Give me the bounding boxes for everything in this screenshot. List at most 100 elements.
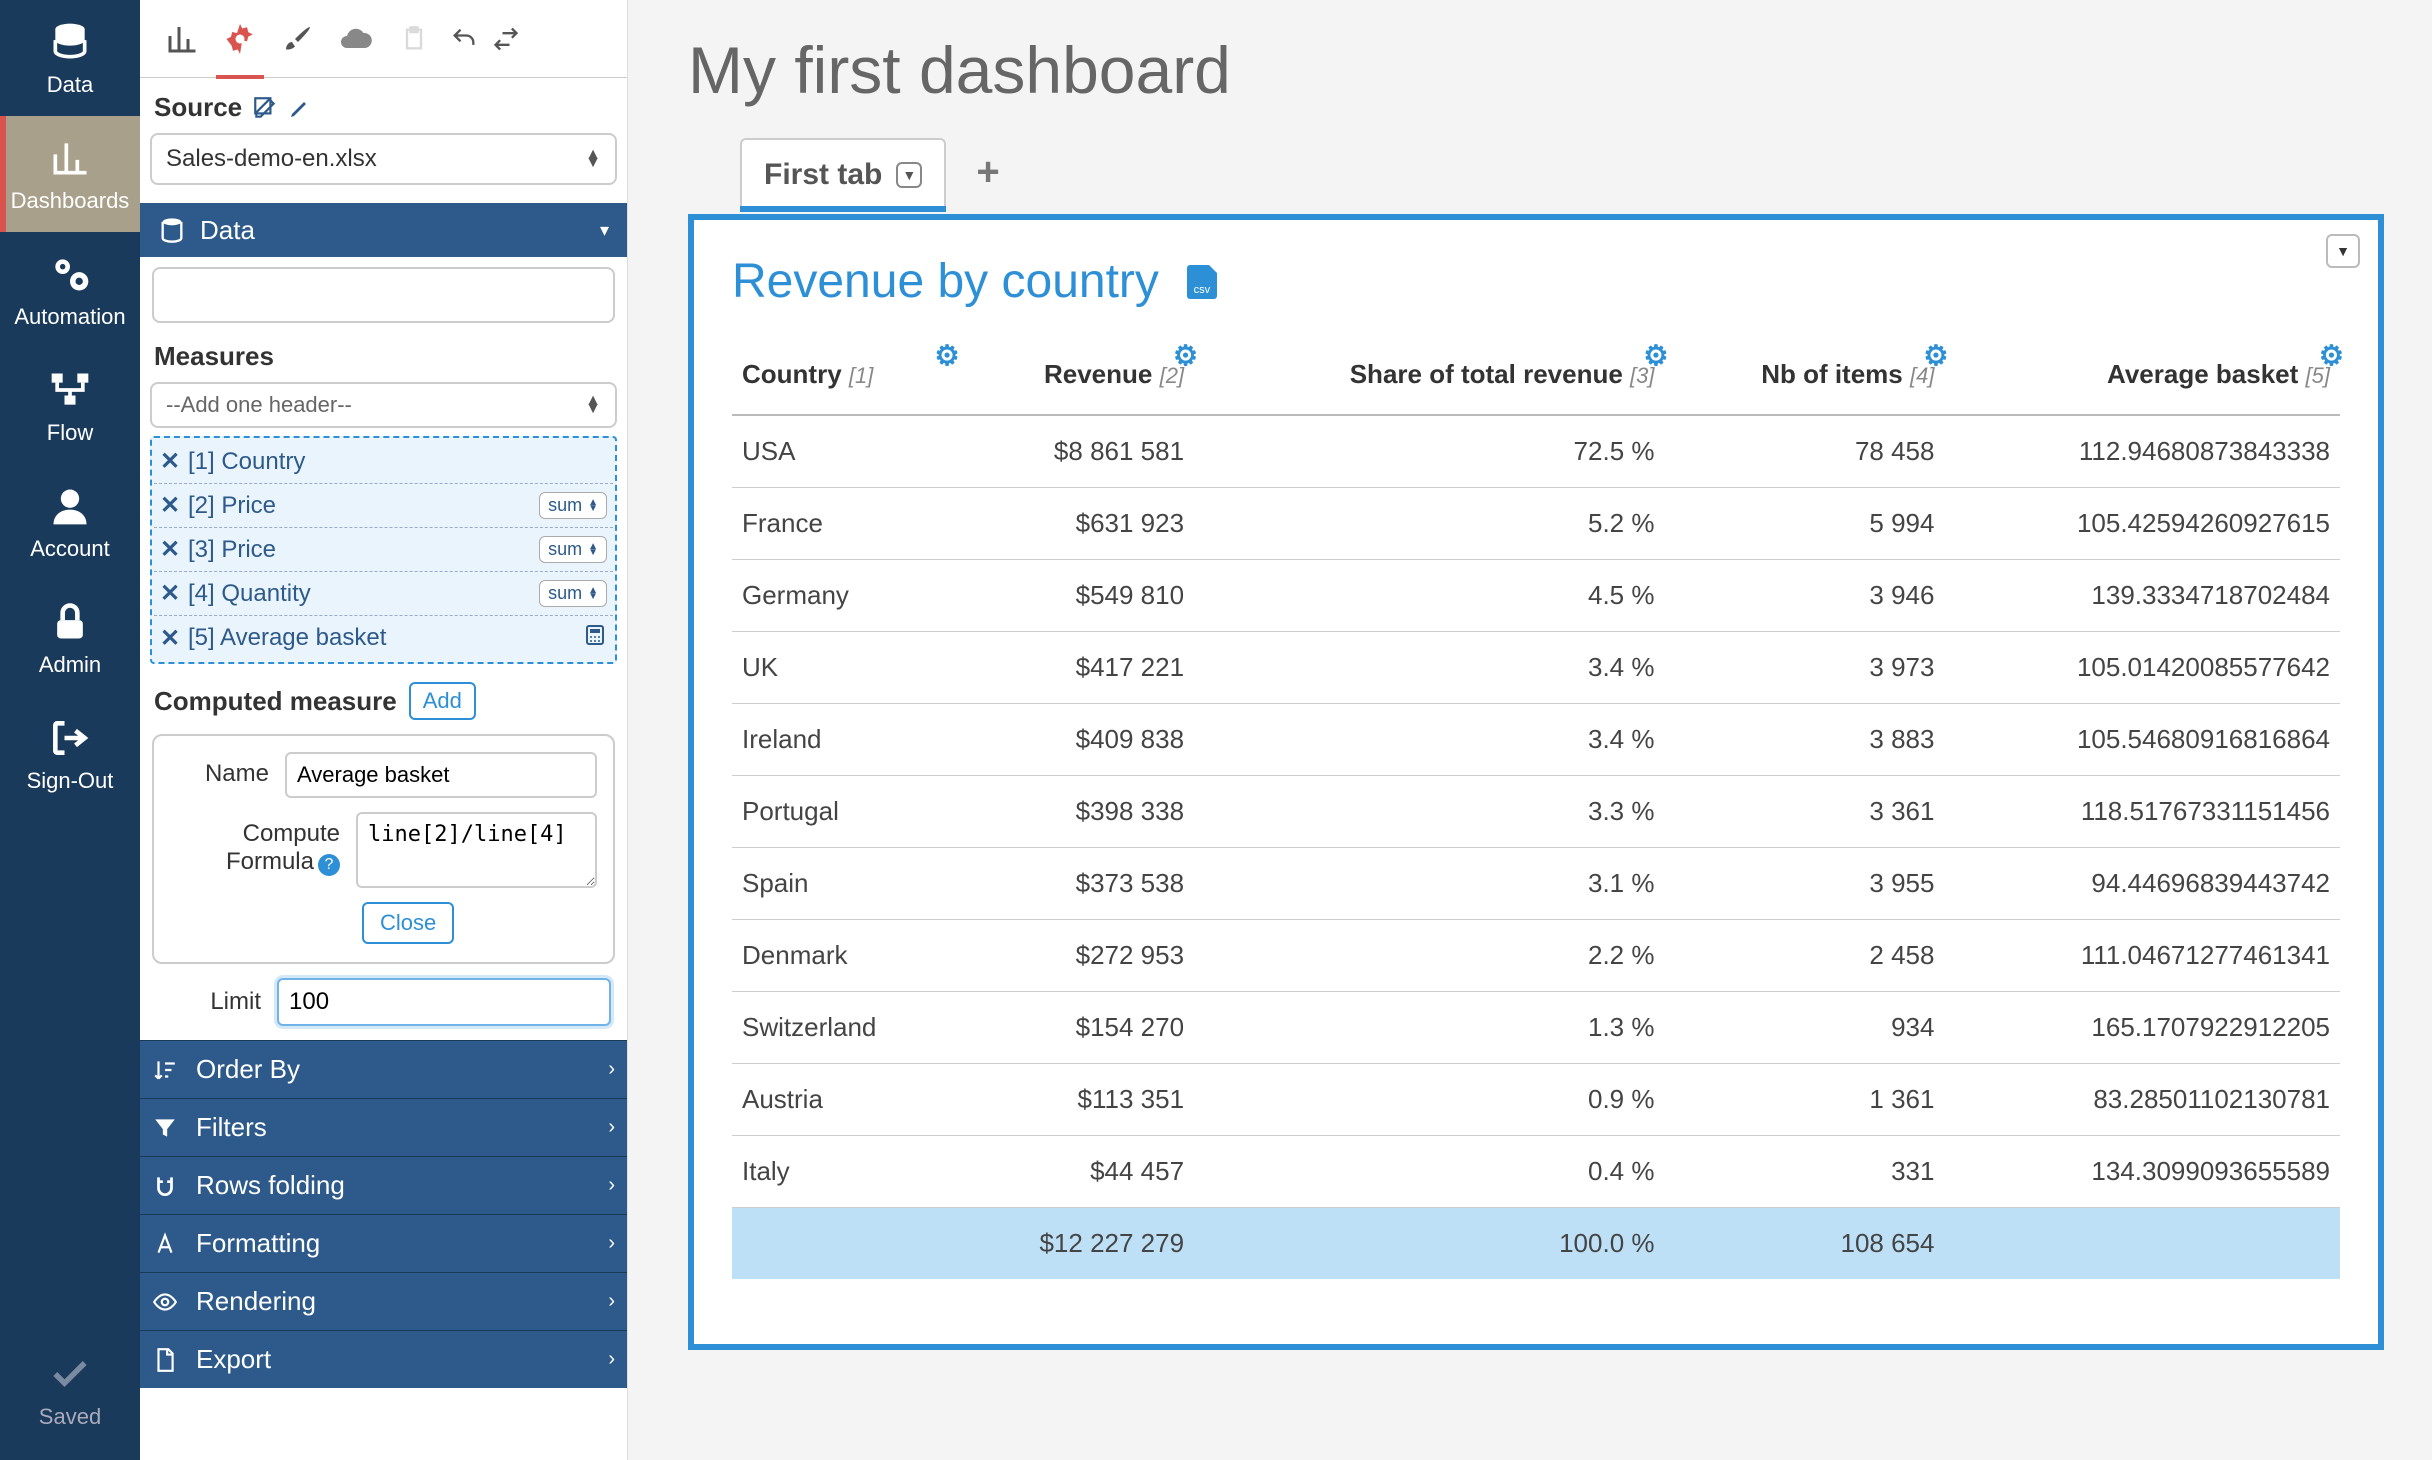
accordion-label: Order By — [196, 1054, 300, 1085]
table-row[interactable]: Portugal$398 3383.3 %3 361118.5176733115… — [732, 776, 2340, 848]
table-row[interactable]: Germany$549 8104.5 %3 946139.33347187024… — [732, 560, 2340, 632]
source-select[interactable]: Sales-demo-en.xlsx ▲▼ — [150, 133, 617, 185]
accordion-orderby[interactable]: Order By› — [140, 1040, 628, 1098]
table-cell: 3.4 % — [1194, 632, 1664, 704]
nav-dashboards-label: Dashboards — [0, 188, 140, 214]
accordion-filters[interactable]: Filters› — [140, 1098, 628, 1156]
add-button[interactable]: Add — [409, 682, 476, 720]
csv-export-icon[interactable]: csv — [1187, 265, 1217, 299]
table-cell: 5 994 — [1665, 488, 1945, 560]
remove-icon[interactable]: ✕ — [160, 491, 180, 520]
measure-row[interactable]: ✕ [4] Quantity sum▲▼ — [154, 572, 613, 616]
table-row[interactable]: Italy$44 4570.4 %331134.3099093655589 — [732, 1136, 2340, 1208]
add-tab-button[interactable]: + — [966, 150, 1009, 195]
table-cell: $398 338 — [956, 776, 1194, 848]
col-share[interactable]: Share of total revenue [3]⚙ — [1194, 345, 1664, 415]
data-search-input[interactable] — [152, 267, 615, 323]
toolbar-cloud-icon[interactable] — [332, 15, 380, 63]
aggregation-select[interactable]: sum▲▼ — [539, 580, 607, 607]
table-cell: 331 — [1665, 1136, 1945, 1208]
accordion-export[interactable]: Export› — [140, 1330, 628, 1388]
measure-row[interactable]: ✕ [3] Price sum▲▼ — [154, 528, 613, 572]
gear-icon[interactable]: ⚙ — [2319, 339, 2344, 372]
table-cell: 112.94680873843338 — [1944, 415, 2340, 488]
toolbar-swap-icon[interactable] — [490, 15, 522, 63]
remove-icon[interactable]: ✕ — [160, 535, 180, 564]
remove-icon[interactable]: ✕ — [160, 447, 180, 476]
table-cell: 139.3334718702484 — [1944, 560, 2340, 632]
nav-signout[interactable]: Sign-Out — [0, 696, 140, 812]
col-items[interactable]: Nb of items [4]⚙ — [1665, 345, 1945, 415]
nav-automation[interactable]: Automation — [0, 232, 140, 348]
table-cell: $549 810 — [956, 560, 1194, 632]
calculator-icon[interactable] — [583, 623, 607, 654]
nav-saved: Saved — [0, 1332, 140, 1460]
close-button[interactable]: Close — [362, 902, 454, 944]
table-row[interactable]: France$631 9235.2 %5 994105.425942609276… — [732, 488, 2340, 560]
nav-automation-label: Automation — [0, 304, 140, 330]
measure-row[interactable]: ✕ [2] Price sum▲▼ — [154, 484, 613, 528]
widget-menu-button[interactable]: ▼ — [2326, 234, 2360, 268]
toolbar-chart-icon[interactable] — [158, 15, 206, 63]
col-revenue[interactable]: Revenue [2]⚙ — [956, 345, 1194, 415]
remove-icon[interactable]: ✕ — [160, 624, 180, 653]
aggregation-select[interactable]: sum▲▼ — [539, 536, 607, 563]
widget-revenue-by-country: ▼ Revenue by country csv Country [1]⚙ Re… — [688, 214, 2384, 1350]
edit-icon[interactable] — [252, 95, 278, 121]
toolbar-brush-icon[interactable] — [274, 15, 322, 63]
name-input[interactable] — [285, 752, 597, 798]
table-row[interactable]: Ireland$409 8383.4 %3 883105.54680916816… — [732, 704, 2340, 776]
measure-row[interactable]: ✕ [1] Country — [154, 440, 613, 484]
pencil-icon[interactable] — [288, 96, 312, 120]
table-cell: Austria — [732, 1064, 956, 1136]
table-cell: Italy — [732, 1136, 956, 1208]
bar-chart-icon — [48, 136, 92, 180]
table-row[interactable]: UK$417 2213.4 %3 973105.01420085577642 — [732, 632, 2340, 704]
add-header-select[interactable]: --Add one header-- ▲▼ — [150, 382, 617, 428]
table-cell: Ireland — [732, 704, 956, 776]
toolbar-undo-icon[interactable] — [448, 15, 480, 63]
database-icon — [48, 20, 92, 64]
signout-icon — [48, 716, 92, 760]
measures-list: ✕ [1] Country ✕ [2] Price sum▲▼ ✕ [3] Pr… — [150, 436, 617, 664]
table-cell: 72.5 % — [1194, 415, 1664, 488]
measure-label: [1] Country — [188, 448, 305, 476]
table-cell: 100.0 % — [1194, 1208, 1664, 1280]
tab-first[interactable]: First tab ▼ — [740, 138, 946, 206]
toolbar-clipboard-icon[interactable] — [390, 15, 438, 63]
tab-dropdown-icon[interactable]: ▼ — [896, 162, 922, 188]
table-row[interactable]: USA$8 861 58172.5 %78 458112.94680873843… — [732, 415, 2340, 488]
data-section-header[interactable]: Data ▾ — [140, 203, 627, 257]
table-cell: Denmark — [732, 920, 956, 992]
table-row[interactable]: Spain$373 5383.1 %3 95594.44696839443742 — [732, 848, 2340, 920]
nav-admin[interactable]: Admin — [0, 580, 140, 696]
help-icon[interactable]: ? — [318, 854, 340, 876]
nav-data[interactable]: Data — [0, 0, 140, 116]
toolbar-settings-icon[interactable] — [216, 15, 264, 63]
aggregation-select[interactable]: sum▲▼ — [539, 492, 607, 519]
table-cell: 3.4 % — [1194, 704, 1664, 776]
limit-input[interactable] — [277, 978, 611, 1026]
tabs-row: First tab ▼ + — [688, 138, 2432, 206]
nav-saved-label: Saved — [0, 1404, 140, 1430]
export-icon — [152, 1347, 178, 1373]
formula-input[interactable] — [356, 812, 597, 888]
sort-icon — [152, 1057, 178, 1083]
table-row[interactable]: Austria$113 3510.9 %1 36183.285011021307… — [732, 1064, 2340, 1136]
table-row[interactable]: Switzerland$154 2701.3 %934165.170792291… — [732, 992, 2340, 1064]
accordion-label: Export — [196, 1344, 271, 1375]
col-avg-basket[interactable]: Average basket [5]⚙ — [1944, 345, 2340, 415]
nav-dashboards[interactable]: Dashboards — [0, 116, 140, 232]
nav-account[interactable]: Account — [0, 464, 140, 580]
nav-data-label: Data — [0, 72, 140, 98]
table-row[interactable]: Denmark$272 9532.2 %2 458111.04671277461… — [732, 920, 2340, 992]
accordion-rendering[interactable]: Rendering› — [140, 1272, 628, 1330]
nav-flow[interactable]: Flow — [0, 348, 140, 464]
table-cell: 3 883 — [1665, 704, 1945, 776]
table-cell: $113 351 — [956, 1064, 1194, 1136]
measure-row[interactable]: ✕ [5] Average basket — [154, 616, 613, 660]
remove-icon[interactable]: ✕ — [160, 579, 180, 608]
accordion-rowsfolding[interactable]: Rows folding› — [140, 1156, 628, 1214]
col-country[interactable]: Country [1]⚙ — [732, 345, 956, 415]
accordion-formatting[interactable]: Formatting› — [140, 1214, 628, 1272]
